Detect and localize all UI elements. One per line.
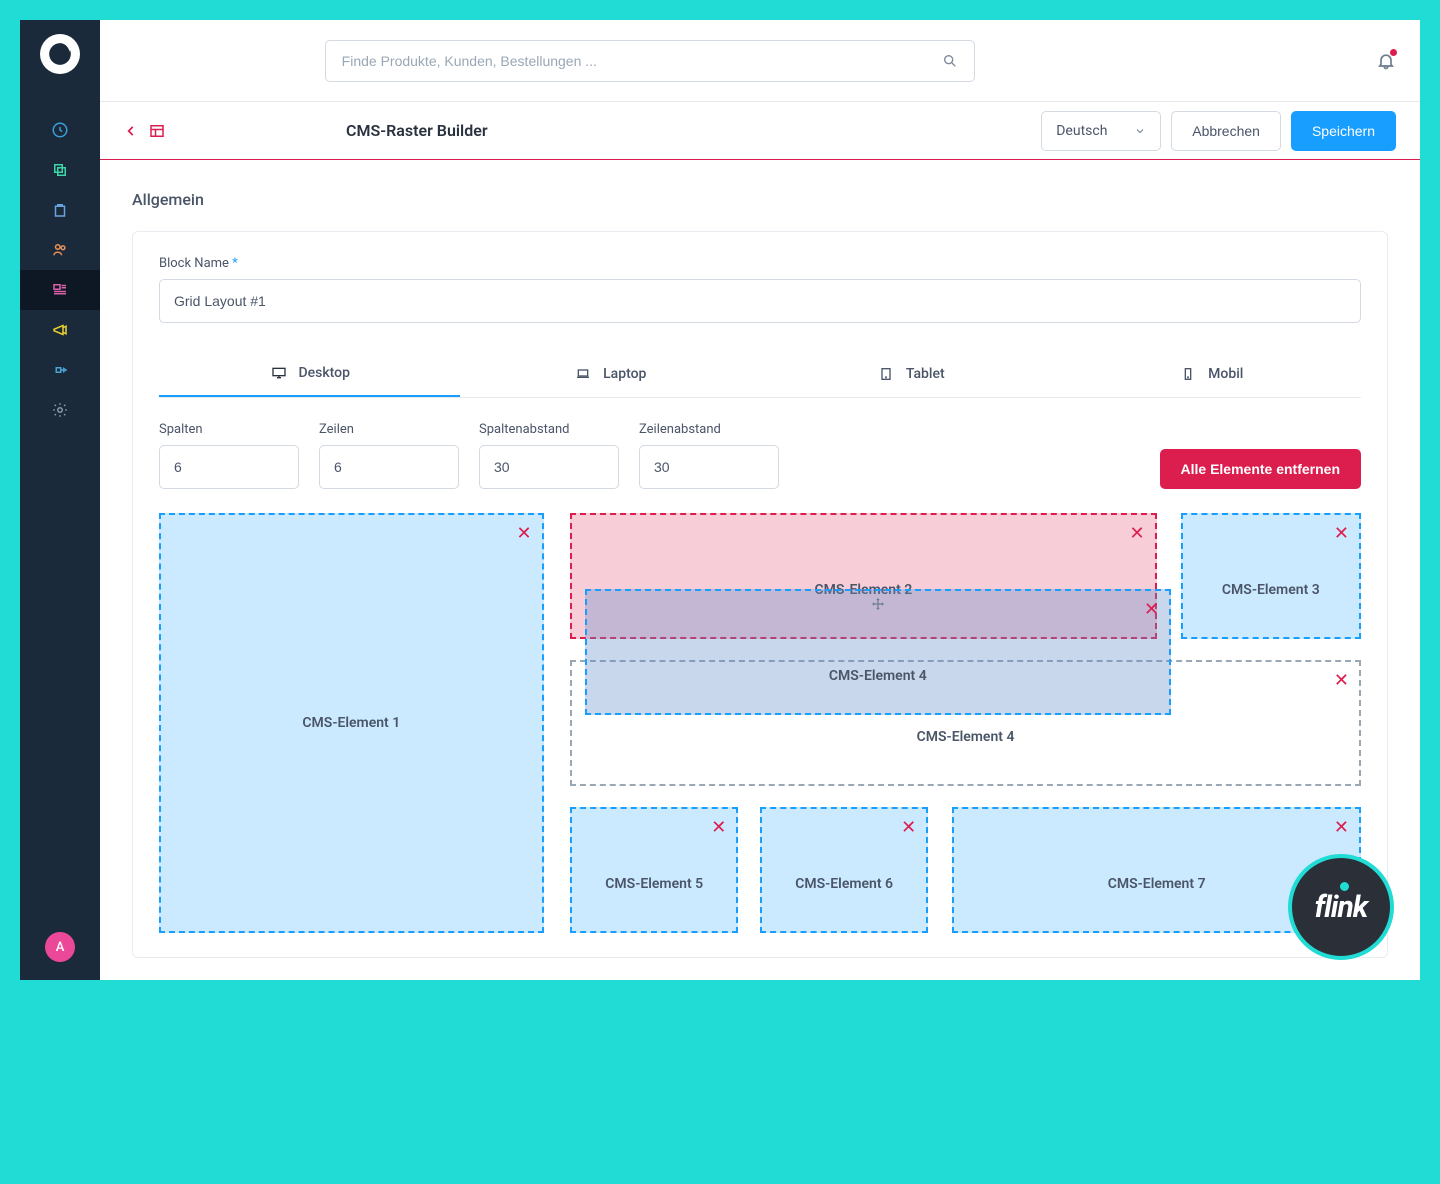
language-label: Deutsch xyxy=(1056,123,1107,139)
remove-element-icon[interactable]: ✕ xyxy=(1144,599,1159,620)
remove-element-icon[interactable]: ✕ xyxy=(1334,523,1349,544)
remove-element-icon[interactable]: ✕ xyxy=(1334,817,1349,838)
chevron-down-icon xyxy=(1134,125,1146,137)
remove-element-icon[interactable]: ✕ xyxy=(901,817,916,838)
card: Block Name * Desktop Laptop Table xyxy=(132,231,1388,958)
rowgap-input[interactable] xyxy=(639,445,779,489)
remove-element-icon[interactable]: ✕ xyxy=(1130,523,1145,544)
tab-laptop[interactable]: Laptop xyxy=(460,351,761,397)
app-frame: A CMS-Raster Builder xyxy=(20,20,1420,980)
remove-element-icon[interactable]: ✕ xyxy=(1334,670,1349,691)
grid-element-6[interactable]: ✕ CMS-Element 6 xyxy=(760,807,928,933)
nav-orders[interactable] xyxy=(20,190,100,230)
colgap-label: Spaltenabstand xyxy=(479,422,619,437)
nav-catalog[interactable] xyxy=(20,150,100,190)
page-title: CMS-Raster Builder xyxy=(346,121,488,140)
tab-laptop-label: Laptop xyxy=(603,366,646,382)
nav-settings[interactable] xyxy=(20,390,100,430)
section-title: Allgemein xyxy=(132,190,1388,209)
grid-element-1[interactable]: ✕ CMS-Element 1 xyxy=(159,513,544,933)
tab-mobile-label: Mobil xyxy=(1208,366,1243,382)
main: CMS-Raster Builder Deutsch Abbrechen Spe… xyxy=(100,20,1420,980)
remove-element-icon[interactable]: ✕ xyxy=(711,817,726,838)
desktop-icon xyxy=(269,365,289,381)
block-name-label: Block Name * xyxy=(159,256,1361,271)
laptop-icon xyxy=(573,366,593,382)
badge-dot-icon xyxy=(1340,882,1349,891)
mobile-icon xyxy=(1178,366,1198,382)
grid-element-label: CMS-Element 7 xyxy=(1108,876,1206,892)
grid-element-label: CMS-Element 1 xyxy=(302,715,400,731)
search-input[interactable] xyxy=(342,53,942,69)
tablet-icon xyxy=(876,366,896,382)
nav-marketing[interactable] xyxy=(20,310,100,350)
notification-dot xyxy=(1390,49,1397,56)
grid-element-label: CMS-Element 4 xyxy=(829,668,927,684)
block-name-input[interactable] xyxy=(159,279,1361,323)
subheader-actions: Deutsch Abbrechen Speichern xyxy=(1041,111,1396,151)
colgap-field: Spaltenabstand xyxy=(479,422,619,489)
grid-element-4-dragging[interactable]: ✕ CMS-Element 4 xyxy=(585,589,1172,715)
remove-all-button[interactable]: Alle Elemente entfernen xyxy=(1160,449,1362,489)
rows-label: Zeilen xyxy=(319,422,459,437)
rows-input[interactable] xyxy=(319,445,459,489)
viewport-tabs: Desktop Laptop Tablet Mobil xyxy=(159,351,1361,398)
tab-desktop-label: Desktop xyxy=(299,365,350,381)
search-icon[interactable] xyxy=(942,53,958,69)
nav-dashboard[interactable] xyxy=(20,110,100,150)
layout-icon xyxy=(148,122,166,140)
rows-field: Zeilen xyxy=(319,422,459,489)
content: Allgemein Block Name * Desktop Laptop xyxy=(100,160,1420,980)
cols-input[interactable] xyxy=(159,445,299,489)
vendor-badge: flink xyxy=(1288,854,1394,960)
grid-element-5[interactable]: ✕ CMS-Element 5 xyxy=(570,807,738,933)
search-box[interactable] xyxy=(325,40,975,82)
tab-mobile[interactable]: Mobil xyxy=(1061,351,1362,397)
drag-handle-icon[interactable] xyxy=(871,597,885,611)
rowgap-field: Zeilenabstand xyxy=(639,422,779,489)
grid-element-label: CMS-Element 3 xyxy=(1222,582,1320,598)
nav-extensions[interactable] xyxy=(20,350,100,390)
grid-element-label: CMS-Element 4 xyxy=(917,729,1015,745)
save-button[interactable]: Speichern xyxy=(1291,111,1396,151)
sidebar: A xyxy=(20,20,100,980)
cancel-button[interactable]: Abbrechen xyxy=(1171,111,1281,151)
sidebar-bottom: A xyxy=(20,932,100,962)
tab-tablet-label: Tablet xyxy=(906,366,945,382)
nav-items xyxy=(20,110,100,430)
grid-canvas[interactable]: ✕ CMS-Element 1 ✕ CMS-Element 2 ✕ CMS-El… xyxy=(159,513,1361,933)
grid-element-3[interactable]: ✕ CMS-Element 3 xyxy=(1181,513,1361,639)
brand-logo-icon[interactable] xyxy=(40,34,80,74)
back-button[interactable] xyxy=(124,122,166,140)
grid-element-label: CMS-Element 5 xyxy=(605,876,703,892)
grid-element-label: CMS-Element 6 xyxy=(795,876,893,892)
nav-content[interactable] xyxy=(20,270,100,310)
notifications-icon[interactable] xyxy=(1376,51,1396,71)
avatar[interactable]: A xyxy=(45,932,75,962)
topbar xyxy=(100,20,1420,102)
grid-controls: Spalten Zeilen Spaltenabstand Zeilenabst… xyxy=(159,422,1361,489)
vendor-name: flink xyxy=(1315,890,1368,925)
nav-customers[interactable] xyxy=(20,230,100,270)
cols-field: Spalten xyxy=(159,422,299,489)
rowgap-label: Zeilenabstand xyxy=(639,422,779,437)
remove-element-icon[interactable]: ✕ xyxy=(517,523,532,544)
tab-desktop[interactable]: Desktop xyxy=(159,351,460,397)
colgap-input[interactable] xyxy=(479,445,619,489)
tab-tablet[interactable]: Tablet xyxy=(760,351,1061,397)
language-select[interactable]: Deutsch xyxy=(1041,111,1161,151)
subheader: CMS-Raster Builder Deutsch Abbrechen Spe… xyxy=(100,102,1420,160)
cols-label: Spalten xyxy=(159,422,299,437)
